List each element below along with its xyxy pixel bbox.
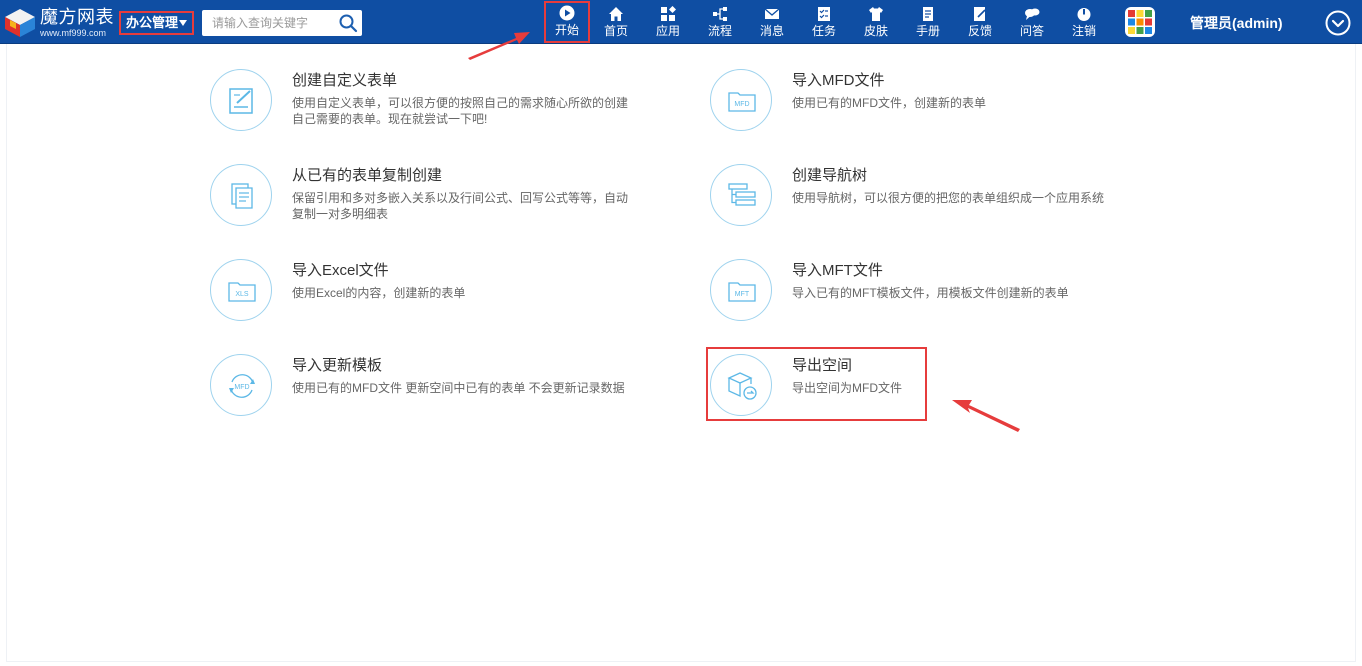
search-icon[interactable] bbox=[338, 13, 358, 33]
xls-folder-icon: XLS bbox=[228, 282, 256, 302]
manual-icon bbox=[923, 7, 933, 21]
card-title: 创建导航树 bbox=[792, 167, 868, 184]
mfd-icon-text: MFD bbox=[734, 101, 749, 108]
card-copy-from-form[interactable]: 从已有的表单复制创建 保留引用和多对多嵌入关系以及行间公式、回写公式等等，自动复… bbox=[210, 164, 670, 244]
card-title: 导入MFT文件 bbox=[792, 262, 883, 279]
nav-tree-icon bbox=[728, 183, 756, 206]
annotation-arrow-icon bbox=[468, 32, 530, 60]
mail-icon bbox=[764, 8, 780, 19]
power-icon bbox=[1077, 8, 1091, 21]
nav-tasks[interactable]: 任务 bbox=[802, 2, 846, 42]
card-title: 导入更新模板 bbox=[292, 357, 383, 374]
mft-folder-icon: MFT bbox=[728, 282, 756, 302]
annotation-arrow-icon bbox=[952, 400, 1020, 432]
task-icon bbox=[818, 7, 830, 21]
card-title: 创建自定义表单 bbox=[292, 72, 398, 89]
flow-icon bbox=[713, 7, 727, 21]
nav-label: 首页 bbox=[603, 24, 628, 38]
nav-label: 流程 bbox=[707, 24, 732, 38]
logo-cube-icon bbox=[5, 9, 35, 37]
card-icon-circle bbox=[210, 164, 272, 226]
card-title: 导入Excel文件 bbox=[292, 262, 389, 279]
nav-manual[interactable]: 手册 bbox=[906, 2, 950, 42]
play-icon bbox=[559, 5, 575, 21]
card-icon-circle bbox=[710, 164, 772, 226]
card-title: 导入MFD文件 bbox=[792, 72, 885, 89]
card-icon-circle bbox=[210, 69, 272, 131]
mft-icon-text: MFT bbox=[735, 291, 750, 298]
nav-label: 手册 bbox=[915, 24, 940, 38]
card-icon-circle: MFD bbox=[210, 354, 272, 416]
logo-title: 魔方网表 bbox=[40, 7, 114, 27]
mfd-folder-icon: MFD bbox=[728, 92, 756, 112]
nav-label: 任务 bbox=[811, 24, 836, 38]
card-icon-circle: XLS bbox=[210, 259, 272, 321]
card-title: 从已有的表单复制创建 bbox=[292, 167, 443, 184]
card-description: 使用Excel的内容，创建新的表单 bbox=[292, 286, 466, 300]
search-box bbox=[202, 10, 362, 36]
copy-doc-icon bbox=[231, 183, 253, 209]
mfd-icon-text: MFD bbox=[234, 384, 249, 391]
apps-icon bbox=[661, 6, 676, 21]
logo[interactable]: 魔方网表 www.mf999.com bbox=[4, 6, 116, 40]
card-description: 使用已有的MFD文件 更新空间中已有的表单 不会更新记录数据 bbox=[292, 381, 625, 395]
nav-flow[interactable]: 流程 bbox=[698, 2, 742, 42]
logo-url: www.mf999.com bbox=[40, 28, 107, 38]
card-import-update-template[interactable]: MFD 导入更新模板 使用已有的MFD文件 更新空间中已有的表单 不会更新记录数… bbox=[210, 354, 670, 434]
avatar[interactable] bbox=[1124, 6, 1156, 38]
nav-skin[interactable]: 皮肤 bbox=[854, 2, 898, 42]
card-description: 使用自定义表单，可以很方便的按照自己的需求随心所欲的创建自己需要的表单。现在就尝… bbox=[292, 96, 629, 126]
nav-qa[interactable]: 问答 bbox=[1010, 2, 1054, 42]
nav-feedback[interactable]: 反馈 bbox=[958, 2, 1002, 42]
shirt-icon bbox=[869, 7, 883, 21]
highlight-box bbox=[706, 347, 927, 421]
card-import-mfd[interactable]: MFD 导入MFD文件 使用已有的MFD文件，创建新的表单 bbox=[710, 69, 1170, 149]
nav-label: 应用 bbox=[655, 24, 680, 38]
user-name[interactable]: 管理员(admin) bbox=[1190, 14, 1283, 32]
top-navbar: 魔方网表 www.mf999.com 办公管理 开始 首页 bbox=[0, 0, 1362, 44]
home-icon bbox=[609, 7, 623, 21]
nav-start[interactable]: 开始 bbox=[544, 1, 590, 43]
search-input[interactable] bbox=[202, 10, 332, 36]
card-description: 使用已有的MFD文件，创建新的表单 bbox=[792, 96, 986, 110]
nav-home[interactable]: 首页 bbox=[594, 2, 638, 42]
caret-down-icon bbox=[179, 20, 187, 26]
card-icon-circle: MFD bbox=[710, 69, 772, 131]
app-selector-dropdown[interactable]: 办公管理 bbox=[119, 11, 194, 35]
card-create-nav-tree[interactable]: 创建导航树 使用导航树，可以很方便的把您的表单组织成一个应用系统 bbox=[710, 164, 1170, 244]
nav-logout[interactable]: 注销 bbox=[1062, 2, 1106, 42]
card-import-excel[interactable]: XLS 导入Excel文件 使用Excel的内容，创建新的表单 bbox=[210, 259, 670, 339]
xls-icon-text: XLS bbox=[235, 291, 249, 298]
nav-label: 注销 bbox=[1071, 24, 1096, 38]
nav-messages[interactable]: 消息 bbox=[750, 2, 794, 42]
nav-label: 皮肤 bbox=[863, 24, 888, 38]
nav-apps[interactable]: 应用 bbox=[646, 2, 690, 42]
card-description: 导入已有的MFT模板文件，用模板文件创建新的表单 bbox=[792, 286, 1069, 300]
card-create-custom-form[interactable]: 创建自定义表单 使用自定义表单，可以很方便的按照自己的需求随心所欲的创建自己需要… bbox=[210, 69, 670, 149]
card-import-mft[interactable]: MFT 导入MFT文件 导入已有的MFT模板文件，用模板文件创建新的表单 bbox=[710, 259, 1170, 339]
edit-form-icon bbox=[229, 88, 253, 114]
chevron-down-circle-icon[interactable] bbox=[1325, 10, 1351, 36]
nav-label: 反馈 bbox=[967, 24, 992, 38]
nav-label: 问答 bbox=[1019, 24, 1044, 38]
qa-icon bbox=[1025, 8, 1040, 20]
card-icon-circle: MFT bbox=[710, 259, 772, 321]
feedback-icon bbox=[974, 7, 986, 21]
app-selector-label: 办公管理 bbox=[126, 15, 179, 30]
card-description: 使用导航树，可以很方便的把您的表单组织成一个应用系统 bbox=[792, 191, 1105, 205]
nav-label: 消息 bbox=[759, 24, 784, 38]
nav-label: 开始 bbox=[554, 23, 579, 37]
mfd-refresh-icon: MFD bbox=[229, 374, 255, 398]
card-description: 保留引用和多对多嵌入关系以及行间公式、回写公式等等，自动复制一对多明细表 bbox=[292, 191, 629, 221]
